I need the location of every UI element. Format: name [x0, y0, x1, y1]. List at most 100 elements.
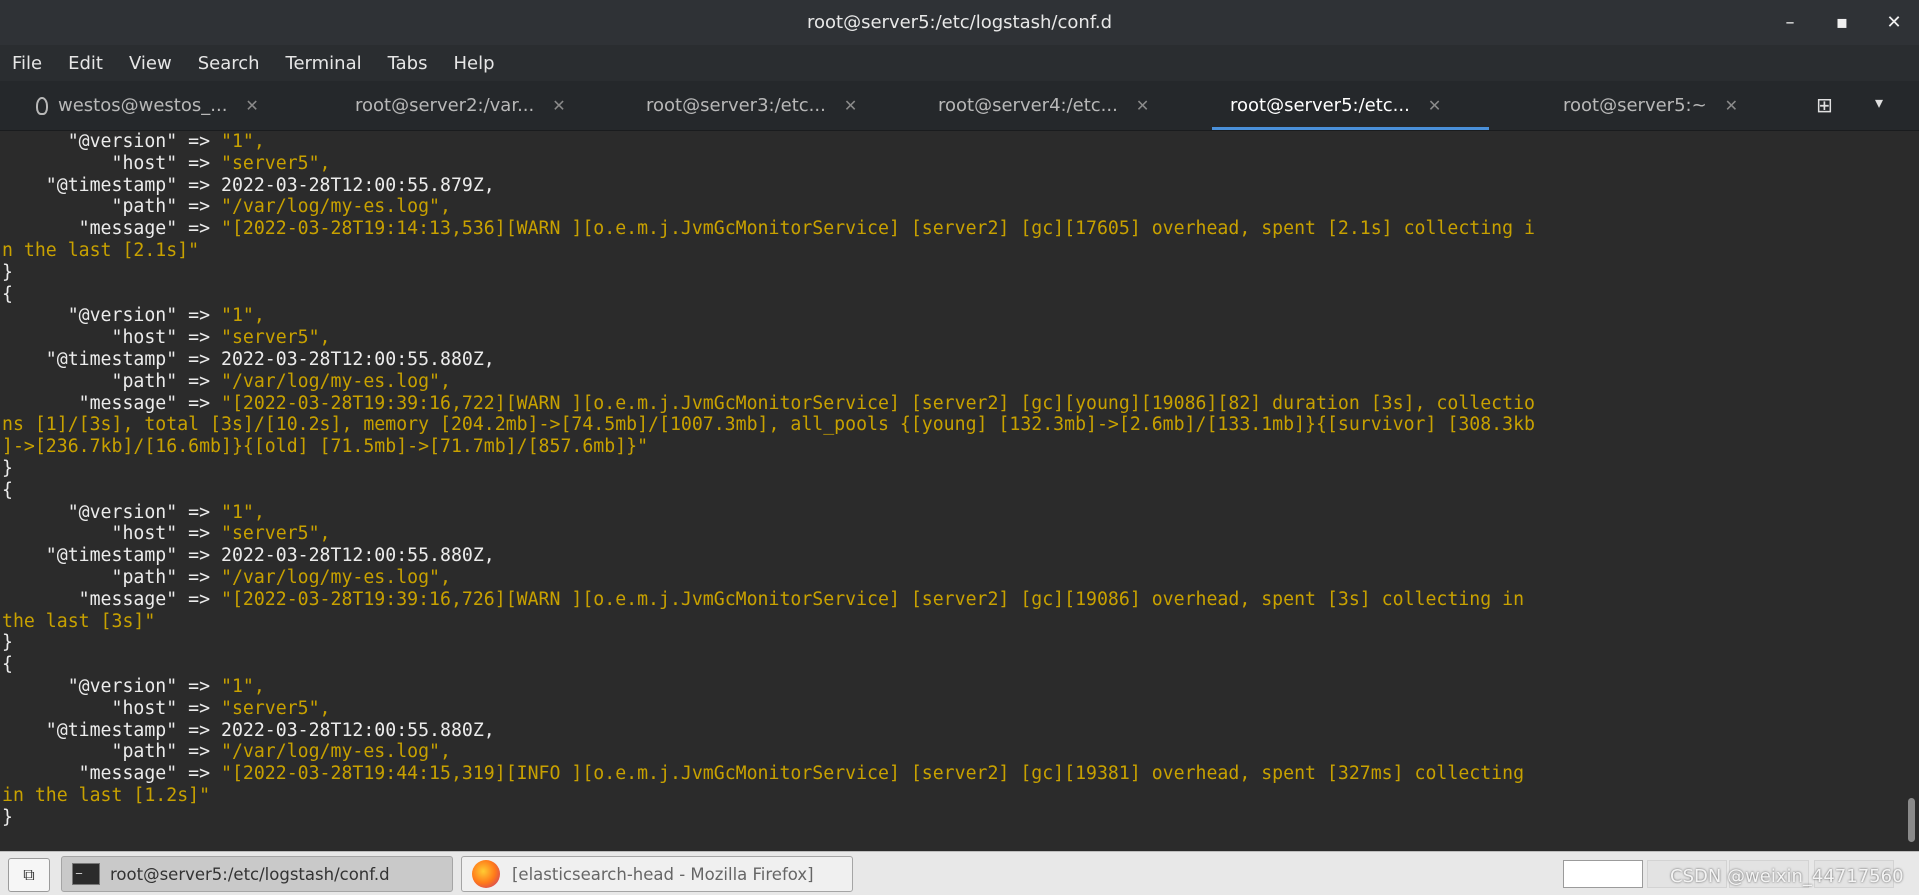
terminal-line: "@version" => "1", — [0, 131, 1905, 153]
terminal-line: ns [1]/[3s], total [3s]/[10.2s], memory … — [0, 414, 1905, 436]
terminal-line: "host" => "server5", — [0, 698, 1905, 720]
lightbulb-icon — [36, 96, 48, 115]
terminal-key-text: { — [2, 479, 13, 501]
maximize-button[interactable]: ▪ — [1831, 12, 1853, 34]
tab-label: root@server2:/var... — [355, 95, 535, 116]
terminal-value-text: "1", — [221, 501, 265, 523]
tab-close-icon[interactable]: ✕ — [245, 96, 258, 115]
terminal-line: "@version" => "1", — [0, 305, 1905, 327]
menu-edit[interactable]: Edit — [66, 49, 105, 78]
tab-server5-home[interactable]: root@server5:~ ✕ — [1563, 81, 1738, 130]
terminal-key-text: "message" => — [2, 588, 221, 610]
terminal-line: n the last [2.1s]" — [0, 240, 1905, 262]
terminal-line: } — [0, 807, 1905, 829]
tab-label: root@server3:/etc... — [646, 95, 826, 116]
terminal-line: "@timestamp" => 2022-03-28T12:00:55.880Z… — [0, 349, 1905, 371]
terminal-line: "message" => "[2022-03-28T19:14:13,536][… — [0, 218, 1905, 240]
workspace-1[interactable] — [1563, 860, 1643, 888]
terminal-line: "message" => "[2022-03-28T19:44:15,319][… — [0, 763, 1905, 785]
menu-file[interactable]: File — [10, 49, 44, 78]
show-desktop-icon[interactable]: ⧉ — [8, 858, 50, 892]
scrollbar-thumb[interactable] — [1908, 798, 1915, 842]
tab-westos[interactable]: westos@westos_... ✕ — [36, 81, 259, 130]
terminal-value-text: ns [1]/[3s], total [3s]/[10.2s], memory … — [2, 414, 1535, 436]
terminal-key-text: "path" => — [2, 196, 221, 218]
terminal-value-text: "[2022-03-28T19:39:16,726][WARN ][o.e.m.… — [221, 588, 1525, 610]
tab-close-icon[interactable]: ✕ — [844, 96, 857, 115]
terminal-value-text: in the last [1.2s]" — [2, 784, 211, 806]
terminal-key-text: "@version" => — [2, 501, 221, 523]
menu-search[interactable]: Search — [196, 49, 262, 78]
terminal-key-text: "path" => — [2, 741, 221, 763]
window-titlebar: root@server5:/etc/logstash/conf.d – ▪ ✕ — [0, 0, 1919, 45]
terminal-key-text: "host" => — [2, 327, 221, 349]
taskbar: ⧉ root@server5:/etc/logstash/conf.d [ela… — [0, 851, 1919, 895]
terminal-line: "path" => "/var/log/my-es.log", — [0, 371, 1905, 393]
terminal-line: "path" => "/var/log/my-es.log", — [0, 741, 1905, 763]
menu-terminal[interactable]: Terminal — [284, 49, 364, 78]
chevron-down-icon[interactable]: ▾ — [1875, 93, 1895, 117]
terminal-value-text: ]->[236.7kb]/[16.6mb]}{[old] [71.5mb]->[… — [2, 436, 649, 458]
terminal-value-text: "[2022-03-28T19:44:15,319][INFO ][o.e.m.… — [221, 763, 1525, 785]
tab-close-icon[interactable]: ✕ — [1136, 96, 1149, 115]
tab-server4[interactable]: root@server4:/etc... ✕ — [938, 81, 1149, 130]
menu-view[interactable]: View — [127, 49, 174, 78]
terminal-key-text: "@timestamp" => 2022-03-28T12:00:55.879Z… — [2, 174, 495, 196]
terminal-value-text: "1", — [221, 131, 265, 152]
terminal-key-text: } — [2, 261, 13, 283]
terminal-line: "@version" => "1", — [0, 502, 1905, 524]
tab-label: westos@westos_... — [58, 95, 228, 116]
terminal-key-text: "host" => — [2, 523, 221, 545]
terminal-value-text: "/var/log/my-es.log", — [221, 196, 451, 218]
menu-help[interactable]: Help — [451, 49, 496, 78]
terminal-line: "host" => "server5", — [0, 327, 1905, 349]
terminal-key-text: "path" => — [2, 566, 221, 588]
taskbar-item-terminal[interactable]: root@server5:/etc/logstash/conf.d — [61, 856, 453, 892]
tab-close-icon[interactable]: ✕ — [552, 96, 565, 115]
terminal-line: "path" => "/var/log/my-es.log", — [0, 567, 1905, 589]
tab-server3[interactable]: root@server3:/etc... ✕ — [646, 81, 857, 130]
terminal-line: "message" => "[2022-03-28T19:39:16,726][… — [0, 589, 1905, 611]
new-tab-icon[interactable]: ⊞ — [1816, 93, 1842, 117]
terminal-key-text: "message" => — [2, 218, 221, 240]
taskbar-item-firefox[interactable]: [elasticsearch-head - Mozilla Firefox] — [461, 856, 853, 892]
terminal-key-text: "path" => — [2, 370, 221, 392]
terminal-value-text: "server5", — [221, 523, 331, 545]
terminal-line: "host" => "server5", — [0, 153, 1905, 175]
terminal-key-text: } — [2, 806, 13, 828]
menu-bar: File Edit View Search Terminal Tabs Help — [0, 45, 1919, 81]
tab-label: root@server4:/etc... — [938, 95, 1118, 116]
terminal-line: ]->[236.7kb]/[16.6mb]}{[old] [71.5mb]->[… — [0, 436, 1905, 458]
tab-server2[interactable]: root@server2:/var... ✕ — [355, 81, 566, 130]
terminal-key-text: { — [2, 283, 13, 305]
terminal-key-text: "host" => — [2, 697, 221, 719]
terminal-line: "@version" => "1", — [0, 676, 1905, 698]
terminal-key-text: "message" => — [2, 392, 221, 414]
watermark-text: CSDN @weixin_44717560 — [1670, 866, 1904, 887]
terminal-key-text: "host" => — [2, 152, 221, 174]
terminal-key-text: "message" => — [2, 763, 221, 785]
terminal-line: } — [0, 262, 1905, 284]
tab-bar: westos@westos_... ✕ root@server2:/var...… — [0, 81, 1919, 131]
terminal-line: "@timestamp" => 2022-03-28T12:00:55.880Z… — [0, 545, 1905, 567]
terminal-value-text: "server5", — [221, 697, 331, 719]
close-button[interactable]: ✕ — [1883, 12, 1905, 34]
terminal-line: "message" => "[2022-03-28T19:39:16,722][… — [0, 393, 1905, 415]
terminal-line: { — [0, 480, 1905, 502]
tab-close-icon[interactable]: ✕ — [1428, 96, 1441, 115]
terminal-scrollbar[interactable] — [1905, 131, 1919, 846]
tab-server5-conf[interactable]: root@server5:/etc... ✕ — [1212, 81, 1489, 130]
terminal-key-text: { — [2, 654, 13, 676]
minimize-button[interactable]: – — [1779, 12, 1801, 34]
terminal-line: } — [0, 632, 1905, 654]
terminal-line: { — [0, 284, 1905, 306]
terminal-key-text: "@timestamp" => 2022-03-28T12:00:55.880Z… — [2, 348, 495, 370]
terminal-line: in the last [1.2s]" — [0, 785, 1905, 807]
taskbar-item-label: root@server5:/etc/logstash/conf.d — [110, 864, 390, 884]
window-controls: – ▪ ✕ — [1779, 0, 1905, 45]
tab-label: root@server5:/etc... — [1230, 95, 1410, 116]
terminal-output[interactable]: "@version" => "1", "host" => "server5", … — [0, 131, 1905, 846]
tab-close-icon[interactable]: ✕ — [1725, 96, 1738, 115]
terminal-key-text: "@timestamp" => 2022-03-28T12:00:55.880Z… — [2, 545, 495, 567]
menu-tabs[interactable]: Tabs — [386, 49, 430, 78]
